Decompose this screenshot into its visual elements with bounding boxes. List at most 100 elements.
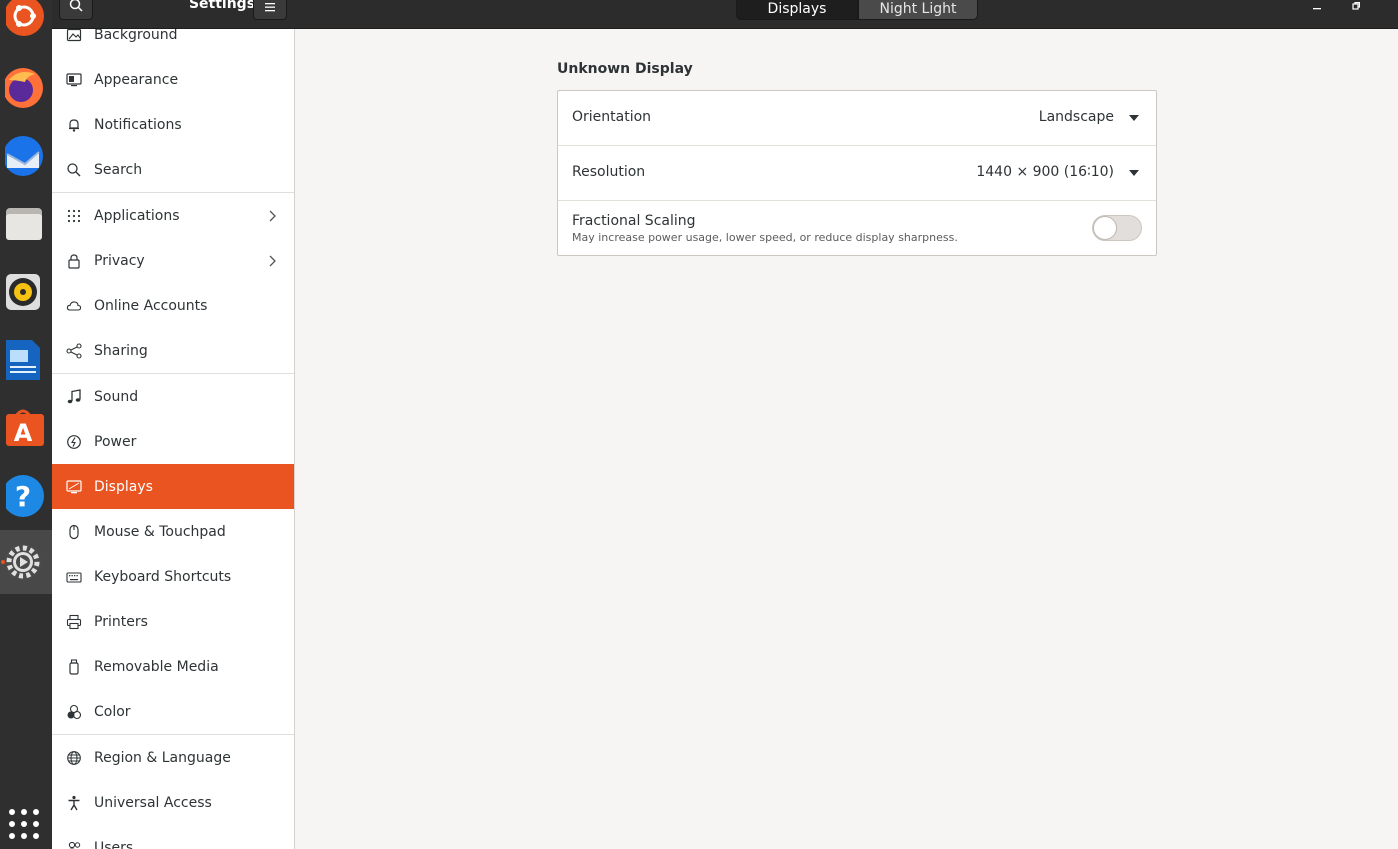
sidebar-item-printers[interactable]: Printers — [52, 599, 294, 644]
thunderbird-icon[interactable] — [0, 130, 52, 182]
sidebar-item-label: Online Accounts — [94, 297, 208, 314]
svg-text:A: A — [14, 419, 33, 447]
search-icon — [66, 162, 82, 178]
sidebar-item-notifications[interactable]: Notifications — [52, 102, 294, 147]
sidebar-item-color[interactable]: Color — [52, 689, 294, 734]
sidebar-item-label: Sharing — [94, 342, 148, 359]
dropdown-arrow-icon — [1129, 170, 1139, 176]
sidebar-item-privacy[interactable]: Privacy — [52, 238, 294, 283]
sidebar-item-keyboard-shortcuts[interactable]: Keyboard Shortcuts — [52, 554, 294, 599]
globe-icon — [66, 750, 82, 766]
sidebar-item-applications[interactable]: Applications — [52, 193, 294, 238]
search-icon — [69, 0, 83, 16]
restore-button[interactable] — [1346, 0, 1366, 14]
restore-icon — [1352, 1, 1360, 13]
libreoffice-writer-icon[interactable] — [0, 334, 52, 386]
dropdown-arrow-icon — [1129, 115, 1139, 121]
software-center-icon[interactable]: A — [0, 402, 52, 454]
sidebar-item-displays[interactable]: Displays — [52, 464, 294, 509]
display-settings-list: Orientation Landscape Resolution 1440 × … — [557, 90, 1157, 256]
sidebar-item-label: Power — [94, 433, 137, 450]
fractional-scaling-toggle[interactable] — [1092, 215, 1142, 241]
search-button[interactable] — [59, 0, 93, 20]
fractional-scaling-label: Fractional Scaling — [572, 213, 696, 229]
tab-displays[interactable]: Displays — [736, 0, 858, 20]
chevron-right-icon — [264, 253, 280, 269]
sidebar-item-label: Color — [94, 703, 131, 720]
sidebar: Background Appearance Notifications Sear… — [52, 29, 295, 849]
sidebar-item-label: Users — [94, 839, 134, 849]
sidebar-item-appearance[interactable]: Appearance — [52, 57, 294, 102]
hamburger-menu-icon — [264, 0, 276, 16]
menu-button[interactable] — [253, 0, 287, 20]
sidebar-item-search[interactable]: Search — [52, 147, 294, 192]
power-icon — [66, 434, 82, 450]
resolution-row[interactable]: Resolution 1440 × 900 (16∶10) — [558, 145, 1156, 200]
files-icon[interactable] — [0, 198, 52, 250]
bell-icon — [66, 117, 82, 133]
sidebar-item-label: Appearance — [94, 71, 179, 88]
sidebar-item-label: Universal Access — [94, 794, 212, 811]
sidebar-item-label: Printers — [94, 613, 148, 630]
display-icon — [66, 479, 82, 495]
sidebar-item-mouse-touchpad[interactable]: Mouse & Touchpad — [52, 509, 294, 554]
show-apps-icon[interactable] — [0, 796, 52, 848]
users-icon — [66, 840, 82, 849]
orientation-label: Orientation — [572, 109, 652, 125]
sidebar-item-power[interactable]: Power — [52, 419, 294, 464]
tab-night-light[interactable]: Night Light — [858, 0, 978, 20]
sidebar-item-label: Applications — [94, 207, 180, 224]
fractional-scaling-row[interactable]: Fractional Scaling May increase power us… — [558, 200, 1156, 255]
sidebar-item-removable-media[interactable]: Removable Media — [52, 644, 294, 689]
sidebar-item-label: Keyboard Shortcuts — [94, 568, 232, 585]
appearance-icon — [66, 72, 82, 88]
orientation-dropdown[interactable]: Landscape — [1039, 109, 1114, 125]
background-icon — [66, 29, 82, 43]
music-note-icon — [66, 388, 82, 405]
orientation-row[interactable]: Orientation Landscape — [558, 91, 1156, 146]
mouse-icon — [66, 524, 82, 540]
sidebar-item-users[interactable]: Users — [52, 825, 294, 849]
firefox-icon[interactable] — [0, 62, 52, 114]
color-icon — [66, 704, 82, 720]
minimize-button[interactable] — [1307, 0, 1327, 14]
keyboard-icon — [66, 569, 82, 585]
printer-icon — [66, 614, 82, 630]
view-switcher: Displays Night Light — [736, 0, 978, 20]
sidebar-item-sound[interactable]: Sound — [52, 374, 294, 419]
sidebar-item-label: Region & Language — [94, 749, 231, 766]
sidebar-item-sharing[interactable]: Sharing — [52, 328, 294, 373]
lock-icon — [66, 253, 82, 269]
sidebar-item-universal-access[interactable]: Universal Access — [52, 780, 294, 825]
sidebar-item-label: Privacy — [94, 252, 145, 269]
ubuntu-launcher-icon[interactable] — [0, 0, 52, 40]
chevron-right-icon — [264, 208, 280, 224]
svg-text:?: ? — [15, 480, 31, 513]
usb-drive-icon — [66, 658, 82, 675]
sidebar-item-region-language[interactable]: Region & Language — [52, 735, 294, 780]
display-name-heading: Unknown Display — [557, 61, 693, 77]
settings-icon[interactable] — [0, 530, 52, 594]
fractional-scaling-description: May increase power usage, lower speed, o… — [572, 231, 958, 244]
accessibility-icon — [66, 795, 82, 811]
sidebar-item-online-accounts[interactable]: Online Accounts — [52, 283, 294, 328]
resolution-dropdown[interactable]: 1440 × 900 (16∶10) — [976, 164, 1114, 180]
help-icon[interactable]: ? — [0, 470, 52, 522]
header-bar: Settings Displays Night Light — [52, 0, 1398, 29]
sidebar-item-label: Removable Media — [94, 658, 219, 675]
toggle-knob — [1093, 216, 1117, 240]
share-icon — [66, 342, 82, 359]
rhythmbox-icon[interactable] — [0, 266, 52, 318]
sidebar-item-label: Mouse & Touchpad — [94, 523, 226, 540]
sidebar-item-label: Sound — [94, 388, 139, 405]
sidebar-item-label: Search — [94, 161, 143, 178]
resolution-label: Resolution — [572, 164, 646, 180]
sidebar-item-label: Displays — [94, 478, 153, 495]
sidebar-item-label: Notifications — [94, 116, 182, 133]
cloud-icon — [66, 298, 82, 314]
minimize-icon — [1313, 2, 1321, 13]
sidebar-item-background[interactable]: Background — [52, 29, 294, 57]
grid-icon — [66, 208, 82, 224]
sidebar-item-label: Background — [94, 29, 178, 43]
dock: A ? — [0, 0, 52, 849]
